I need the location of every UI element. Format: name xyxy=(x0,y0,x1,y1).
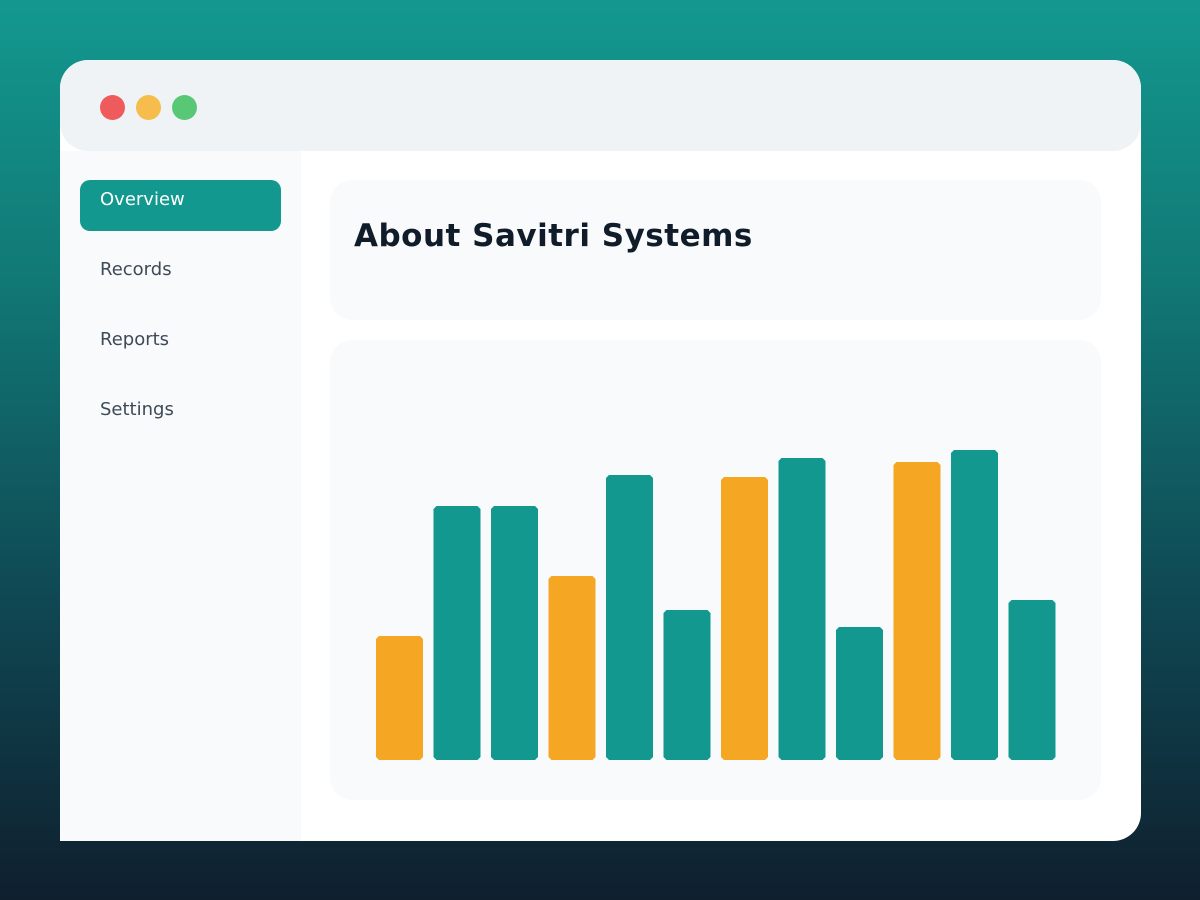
title-bar xyxy=(60,60,1141,151)
chart-bar xyxy=(951,450,998,760)
maximize-window-button[interactable] xyxy=(172,95,197,120)
sidebar-item-records[interactable]: Records xyxy=(80,250,281,301)
sidebar-item-label: Reports xyxy=(100,329,170,350)
sidebar-item-overview[interactable]: Overview xyxy=(80,180,281,231)
chart-bar xyxy=(721,477,768,760)
sidebar-item-label: Overview xyxy=(100,189,185,210)
chart-card xyxy=(330,340,1101,800)
chart-bar xyxy=(606,475,653,760)
minimize-window-button[interactable] xyxy=(136,95,161,120)
chart-bar xyxy=(836,627,883,760)
chart-bar xyxy=(893,462,941,760)
chart-bar xyxy=(433,506,481,760)
page-title: About Savitri Systems xyxy=(354,218,753,254)
chart-bar xyxy=(778,458,826,760)
chart-bar xyxy=(491,506,538,760)
chart-bar xyxy=(663,610,711,760)
sidebar-item-label: Records xyxy=(100,259,172,280)
bar-chart xyxy=(376,450,1056,760)
sidebar-item-settings[interactable]: Settings xyxy=(80,390,281,441)
chart-bar xyxy=(548,576,596,760)
app-window: Overview Records Reports Settings About … xyxy=(60,60,1141,841)
chart-bar xyxy=(1008,600,1056,760)
sidebar-item-label: Settings xyxy=(100,399,174,420)
title-card: About Savitri Systems xyxy=(330,180,1101,320)
sidebar-item-reports[interactable]: Reports xyxy=(80,320,281,371)
close-window-button[interactable] xyxy=(100,95,125,120)
sidebar: Overview Records Reports Settings xyxy=(60,151,301,841)
chart-bar xyxy=(376,636,423,760)
